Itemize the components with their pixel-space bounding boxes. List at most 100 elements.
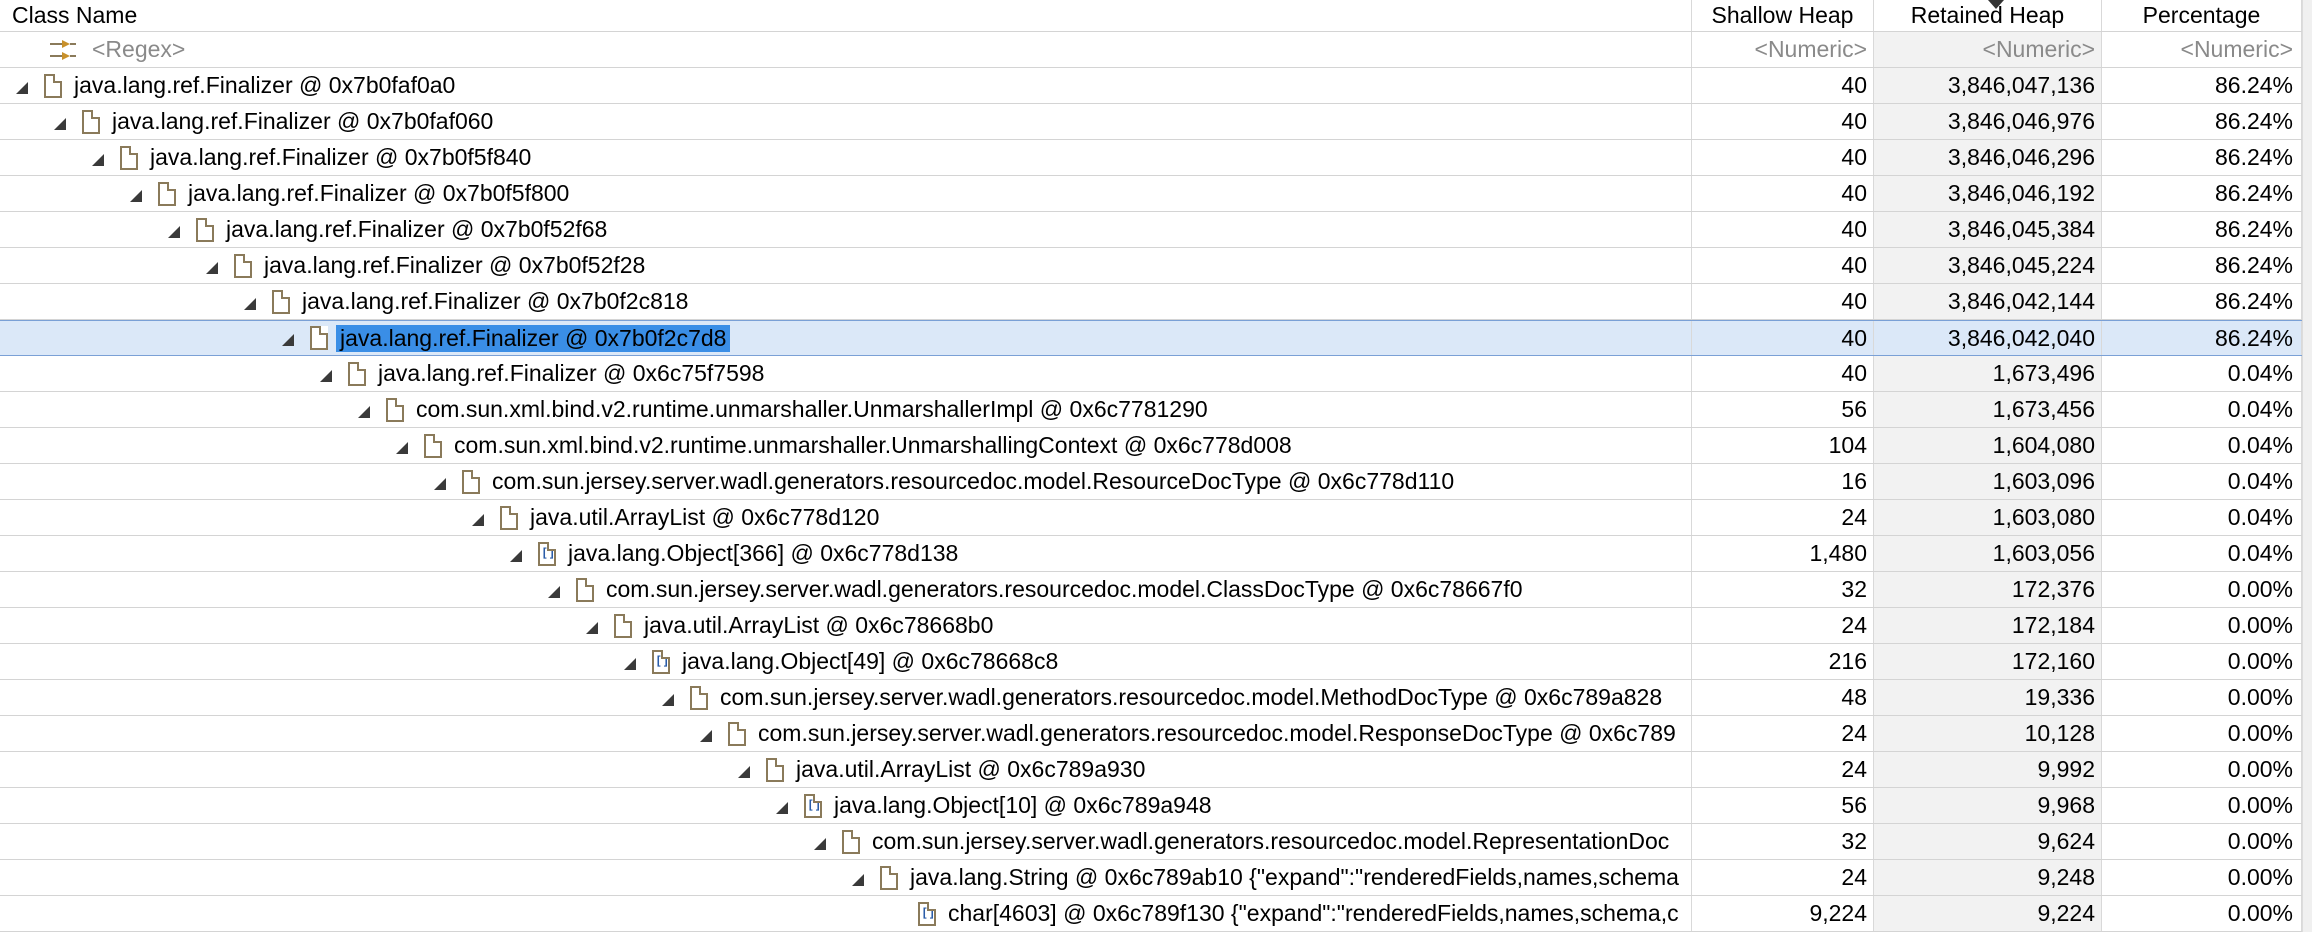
percentage-cell: 0.00% (2102, 824, 2302, 859)
class-name-label: char[4603] @ 0x6c789f130 {"expand":"rend… (948, 900, 1679, 926)
object-icon (196, 217, 214, 242)
retained-heap-cell: 1,603,096 (1874, 464, 2102, 499)
shallow-heap-cell: 40 (1692, 140, 1874, 175)
retained-heap-cell: 3,846,042,040 (1874, 321, 2102, 355)
expand-toggle-icon[interactable] (54, 117, 66, 130)
expand-toggle-icon[interactable] (396, 441, 408, 454)
table-row[interactable]: java.lang.ref.Finalizer @ 0x7b0f5f800 40 3… (0, 176, 2302, 212)
expand-toggle-icon[interactable] (776, 801, 788, 814)
table-row[interactable]: java.util.ArrayList @ 0x6c789a930 24 9,992… (0, 752, 2302, 788)
expand-toggle-icon[interactable] (16, 81, 28, 94)
percentage-cell: 0.00% (2102, 608, 2302, 643)
table-row[interactable]: com.sun.jersey.server.wadl.generators.re… (0, 680, 2302, 716)
array-icon (804, 793, 822, 818)
percentage-cell: 86.24% (2102, 321, 2302, 355)
table-row[interactable]: java.lang.Object[366] @ 0x6c778d138 1,480… (0, 536, 2302, 572)
table-row[interactable]: com.sun.jersey.server.wadl.generators.re… (0, 464, 2302, 500)
expand-toggle-icon[interactable] (358, 405, 370, 418)
column-header-class-name[interactable]: Class Name (0, 0, 1692, 31)
shallow-heap-cell: 216 (1692, 644, 1874, 679)
expand-toggle-icon[interactable] (168, 225, 180, 238)
expand-toggle-icon[interactable] (852, 873, 864, 886)
class-name-label: com.sun.jersey.server.wadl.generators.re… (720, 684, 1663, 710)
class-name-label: java.lang.String @ 0x6c789ab10 {"expand"… (910, 864, 1679, 890)
table-row[interactable]: com.sun.jersey.server.wadl.generators.re… (0, 572, 2302, 608)
retained-heap-filter-input[interactable]: <Numeric> (1874, 32, 2102, 67)
array-icon (538, 541, 556, 566)
percentage-cell: 86.24% (2102, 284, 2302, 319)
percentage-cell: 0.04% (2102, 356, 2302, 391)
table-row[interactable]: java.lang.ref.Finalizer @ 0x7b0faf060 40 3… (0, 104, 2302, 140)
table-row[interactable]: java.util.ArrayList @ 0x6c778d120 24 1,603… (0, 500, 2302, 536)
class-name-label: java.lang.ref.Finalizer @ 0x6c75f7598 (378, 360, 765, 386)
table-row[interactable]: java.lang.Object[10] @ 0x6c789a948 569,96… (0, 788, 2302, 824)
table-row[interactable]: java.lang.ref.Finalizer @ 0x6c75f7598 40 1… (0, 356, 2302, 392)
expand-toggle-icon[interactable] (282, 334, 294, 346)
table-row[interactable]: java.lang.ref.Finalizer @ 0x7b0f2c7d8 40 3… (0, 320, 2302, 356)
table-row[interactable]: java.lang.ref.Finalizer @ 0x7b0f52f68 40 3… (0, 212, 2302, 248)
expand-toggle-icon[interactable] (434, 477, 446, 490)
retained-heap-cell: 172,160 (1874, 644, 2102, 679)
object-icon (614, 613, 632, 638)
table-row[interactable]: com.sun.jersey.server.wadl.generators.re… (0, 716, 2302, 752)
column-header-class-name-label: Class Name (12, 2, 138, 28)
expand-toggle-icon[interactable] (510, 549, 522, 562)
table-row[interactable]: com.sun.xml.bind.v2.runtime.unmarshaller… (0, 392, 2302, 428)
class-name-cell: com.sun.jersey.server.wadl.generators.re… (0, 680, 1692, 715)
expand-toggle-icon[interactable] (92, 153, 104, 166)
retained-heap-cell: 172,376 (1874, 572, 2102, 607)
percentage-cell: 86.24% (2102, 140, 2302, 175)
class-name-filter-placeholder: <Regex> (92, 36, 186, 62)
table-row[interactable]: com.sun.xml.bind.v2.runtime.unmarshaller… (0, 428, 2302, 464)
shallow-heap-cell: 24 (1692, 608, 1874, 643)
class-name-label: java.lang.ref.Finalizer @ 0x7b0f5f800 (188, 180, 570, 206)
shallow-heap-cell: 24 (1692, 860, 1874, 895)
object-icon (728, 721, 746, 746)
table-row[interactable]: java.lang.String @ 0x6c789ab10 {"expand"… (0, 860, 2302, 896)
table-row[interactable]: com.sun.jersey.server.wadl.generators.re… (0, 824, 2302, 860)
table-row[interactable]: char[4603] @ 0x6c789f130 {"expand":"rend… (0, 896, 2302, 932)
shallow-heap-cell: 32 (1692, 572, 1874, 607)
class-name-label: java.lang.ref.Finalizer @ 0x7b0faf060 (112, 108, 494, 134)
shallow-heap-cell: 56 (1692, 392, 1874, 427)
percentage-cell: 0.04% (2102, 500, 2302, 535)
expand-toggle-icon[interactable] (472, 513, 484, 526)
class-name-label: java.lang.ref.Finalizer @ 0x7b0f52f68 (226, 216, 608, 242)
expand-toggle-icon[interactable] (738, 765, 750, 778)
expand-toggle-icon[interactable] (814, 837, 826, 850)
table-row[interactable]: java.lang.ref.Finalizer @ 0x7b0f5f840 40 3… (0, 140, 2302, 176)
expand-toggle-icon[interactable] (548, 585, 560, 598)
filter-row: <Regex> <Numeric> <Numeric> <Numeric> (0, 32, 2302, 68)
percentage-cell: 86.24% (2102, 68, 2302, 103)
class-name-cell: java.lang.Object[10] @ 0x6c789a948 (0, 788, 1692, 823)
expand-toggle-icon[interactable] (320, 369, 332, 382)
table-row[interactable]: java.lang.ref.Finalizer @ 0x7b0f52f28 40 3… (0, 248, 2302, 284)
object-icon (766, 757, 784, 782)
shallow-heap-cell: 56 (1692, 788, 1874, 823)
column-header-shallow-heap-label: Shallow Heap (1711, 2, 1854, 28)
shallow-heap-cell: 48 (1692, 680, 1874, 715)
expand-toggle-icon[interactable] (244, 297, 256, 310)
class-name-label: java.lang.ref.Finalizer @ 0x7b0f2c818 (302, 288, 689, 314)
object-icon (158, 181, 176, 206)
shallow-heap-filter-input[interactable]: <Numeric> (1692, 32, 1874, 67)
shallow-heap-cell: 32 (1692, 824, 1874, 859)
column-header-shallow-heap[interactable]: Shallow Heap (1692, 0, 1874, 31)
expand-toggle-icon[interactable] (700, 729, 712, 742)
class-name-cell: java.lang.ref.Finalizer @ 0x7b0f52f28 (0, 248, 1692, 283)
percentage-filter-input[interactable]: <Numeric> (2102, 32, 2302, 67)
percentage-cell: 0.00% (2102, 572, 2302, 607)
expand-toggle-icon[interactable] (662, 693, 674, 706)
class-name-filter-input[interactable]: <Regex> (0, 32, 1692, 67)
table-row[interactable]: java.lang.ref.Finalizer @ 0x7b0f2c818 40 3… (0, 284, 2302, 320)
expand-toggle-icon[interactable] (586, 621, 598, 634)
expand-toggle-icon[interactable] (206, 261, 218, 274)
table-row[interactable]: java.lang.ref.Finalizer @ 0x7b0faf0a0 40 3… (0, 68, 2302, 104)
vertical-scrollbar[interactable] (2302, 0, 2312, 932)
class-name-cell: java.lang.ref.Finalizer @ 0x6c75f7598 (0, 356, 1692, 391)
table-row[interactable]: java.util.ArrayList @ 0x6c78668b0 24 172,1… (0, 608, 2302, 644)
column-header-percentage[interactable]: Percentage (2102, 0, 2302, 31)
table-row[interactable]: java.lang.Object[49] @ 0x6c78668c8 216172… (0, 644, 2302, 680)
expand-toggle-icon[interactable] (130, 189, 142, 202)
expand-toggle-icon[interactable] (624, 657, 636, 670)
